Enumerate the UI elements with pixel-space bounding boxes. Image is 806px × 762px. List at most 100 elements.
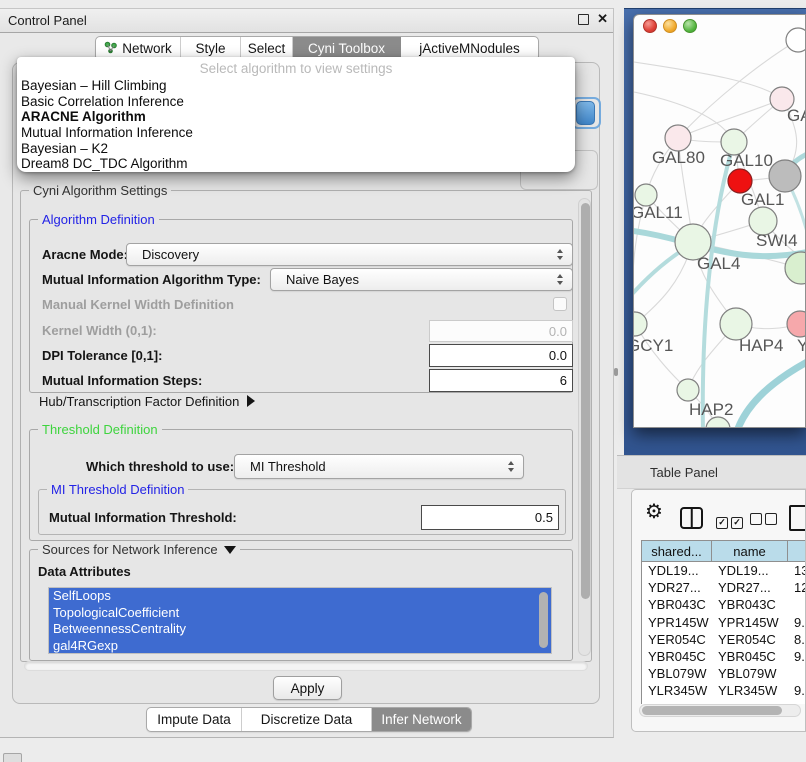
network-node-label: GAL — [787, 106, 806, 125]
network-node-label: GAL80 — [652, 148, 705, 167]
table-row[interactable]: YLR345WYLR345W9. — [642, 682, 806, 699]
settings-vertical-scrollbar[interactable] — [578, 198, 591, 656]
scrollbar-thumb[interactable] — [581, 203, 590, 599]
table-cell: YBR045C — [712, 648, 788, 665]
network-canvas[interactable]: GALGAL80GAL10GAL11GAL1SWI4GAL4GCY1HAP4YH… — [634, 15, 806, 428]
algorithm-option[interactable]: ARACNE Algorithm — [17, 109, 575, 125]
network-node-label: GCY1 — [634, 336, 673, 355]
dpi-tolerance-label: DPI Tolerance [0,1]: — [42, 348, 162, 364]
table-row[interactable]: YDR27...YDR27...12 — [642, 579, 806, 596]
table-cell: YDR27... — [712, 579, 788, 596]
table-cell: YER054C — [712, 631, 788, 648]
settings-horizontal-scrollbar[interactable] — [24, 661, 588, 671]
data-attributes-list[interactable]: SelfLoopsTopologicalCoefficientBetweenne… — [48, 587, 552, 654]
table-row[interactable]: YBL079WYBL079W — [642, 665, 806, 682]
algorithm-list: Bayesian – Hill ClimbingBasic Correlatio… — [17, 78, 575, 172]
column-header[interactable]: shared... — [642, 540, 712, 562]
table-panel-title: Table Panel — [650, 465, 718, 480]
combo-arrows-icon — [508, 461, 514, 472]
network-node-label: GAL1 — [741, 190, 784, 209]
table-body: YDL19...YDL19...13YDR27...YDR27...12YBR0… — [642, 562, 806, 704]
attribute-item[interactable]: BetweennessCentrality — [49, 621, 551, 638]
gear-icon[interactable]: ⚙ — [645, 499, 663, 524]
float-window-icon[interactable] — [578, 14, 589, 25]
mi-algorithm-type-select[interactable]: Naive Bayes — [270, 268, 573, 291]
tab-label: Network — [122, 41, 172, 56]
network-icon — [104, 41, 117, 57]
attribute-item[interactable]: SelfLoops — [49, 588, 551, 605]
attribute-item[interactable]: TopologicalCoefficient — [49, 605, 551, 622]
dpi-tolerance-input[interactable]: 0.0 — [429, 344, 573, 367]
select-all-checks-icon[interactable] — [716, 513, 746, 529]
hub-definition-toggle[interactable]: Hub/Transcription Factor Definition — [39, 394, 255, 410]
table-cell: YBR043C — [642, 596, 712, 613]
table-horizontal-scrollbar[interactable] — [639, 704, 801, 717]
table-row[interactable]: YPR145WYPR145W9. — [642, 614, 806, 631]
tab-discretize-data[interactable]: Discretize Data — [242, 708, 372, 731]
table-row[interactable]: YER054CYER054C8. — [642, 631, 806, 648]
table-row[interactable]: YDL19...YDL19...13 — [642, 562, 806, 579]
apply-button[interactable]: Apply — [273, 676, 342, 700]
column-header[interactable]: name — [712, 540, 788, 562]
algorithm-option[interactable]: Dream8 DC_TDC Algorithm — [17, 156, 575, 172]
minimize-traffic-light[interactable] — [663, 19, 677, 33]
network-node[interactable] — [769, 160, 801, 192]
algorithm-dropdown-popup: Select algorithm to view settings Bayesi… — [17, 57, 575, 172]
table-row[interactable]: YBR043CYBR043C — [642, 596, 806, 613]
table-cell: YDR27... — [642, 579, 712, 596]
table-header-row: shared...name — [642, 540, 806, 562]
combo-arrows-icon — [557, 274, 563, 285]
which-threshold-select[interactable]: MI Threshold — [234, 454, 524, 479]
aracne-mode-label: Aracne Mode: — [42, 247, 128, 263]
columns-icon[interactable] — [680, 507, 703, 529]
scrollbar-thumb[interactable] — [642, 706, 782, 715]
control-panel-title: Control Panel — [8, 13, 87, 28]
panel-splitter-handle[interactable] — [614, 368, 618, 376]
table-cell: 12 — [788, 579, 806, 596]
network-node-label: HAP2 — [689, 400, 733, 419]
table-cell — [788, 596, 806, 613]
mi-algorithm-type-label: Mutual Information Algorithm Type: — [42, 272, 261, 288]
tab-impute-data[interactable]: Impute Data — [147, 708, 242, 731]
network-node-label: Y — [797, 336, 806, 355]
network-node-label: GAL10 — [720, 151, 773, 170]
network-node[interactable] — [677, 379, 699, 401]
network-node[interactable] — [786, 28, 806, 52]
attribute-item[interactable]: gal4RGexp — [49, 638, 551, 655]
table-cell: YBL079W — [642, 665, 712, 682]
sources-toggle[interactable]: Sources for Network Inference — [38, 542, 240, 557]
kernel-width-input[interactable]: 0.0 — [429, 320, 573, 342]
manual-kernel-width-checkbox[interactable] — [553, 297, 567, 311]
node-table: shared...name YDL19...YDL19...13YDR27...… — [641, 540, 806, 704]
group-title: Threshold Definition — [38, 422, 162, 437]
algorithm-option[interactable]: Bayesian – Hill Climbing — [17, 78, 575, 94]
network-view-window[interactable]: GALGAL80GAL10GAL11GAL1SWI4GAL4GCY1HAP4YH… — [633, 14, 806, 428]
new-table-icon[interactable] — [789, 505, 806, 531]
network-node-label: HAP4 — [739, 336, 783, 355]
table-cell: YLR345W — [712, 682, 788, 699]
table-row[interactable]: YBR045CYBR045C9. — [642, 648, 806, 665]
sources-group: Sources for Network Inference Data Attri… — [29, 549, 573, 661]
table-cell: 9. — [788, 648, 806, 665]
table-panel-titlebar[interactable]: Table Panel — [617, 455, 806, 489]
mi-threshold-input[interactable]: 0.5 — [421, 505, 559, 530]
algorithm-option[interactable]: Mutual Information Inference — [17, 125, 575, 141]
aracne-mode-select[interactable]: Discovery — [126, 243, 573, 266]
corner-widget[interactable] — [3, 753, 22, 762]
close-icon[interactable]: ✕ — [597, 11, 608, 27]
list-scrollbar[interactable] — [539, 592, 548, 648]
deselect-all-checks-icon[interactable] — [750, 513, 780, 528]
mi-steps-input[interactable]: 6 — [429, 369, 573, 392]
column-header[interactable] — [788, 540, 806, 562]
cyni-algorithm-settings-group: Cyni Algorithm Settings Algorithm Defini… — [20, 190, 592, 662]
table-cell: YPR145W — [642, 614, 712, 631]
network-node[interactable] — [787, 311, 806, 337]
mi-threshold-group: MI Threshold Definition Mutual Informati… — [38, 489, 566, 535]
close-traffic-light[interactable] — [643, 19, 657, 33]
zoom-traffic-light[interactable] — [683, 19, 697, 33]
algorithm-combo-fragment[interactable] — [571, 97, 601, 129]
tab-infer-network[interactable]: Infer Network — [372, 708, 471, 731]
algorithm-option[interactable]: Bayesian – K2 — [17, 141, 575, 157]
algorithm-option[interactable]: Basic Correlation Inference — [17, 94, 575, 110]
control-panel-titlebar[interactable]: Control Panel ✕ — [0, 8, 613, 33]
